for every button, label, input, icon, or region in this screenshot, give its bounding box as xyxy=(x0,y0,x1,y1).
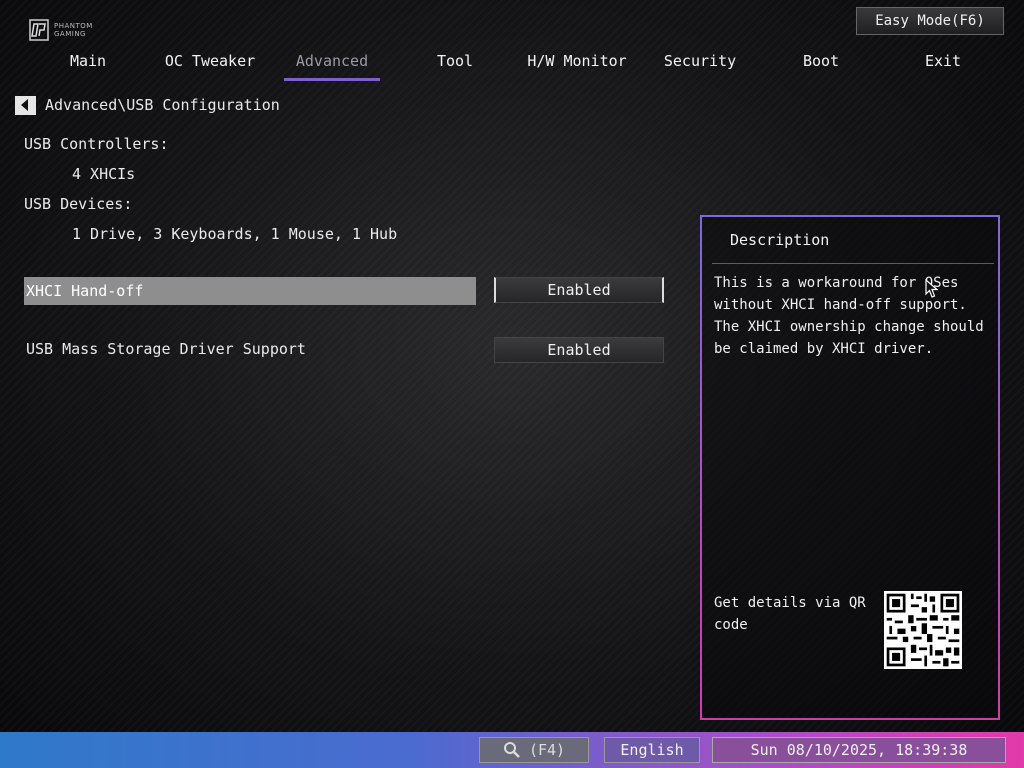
mouse-cursor-icon xyxy=(925,279,939,298)
setting-row-xhci-handoff[interactable]: XHCI Hand-off xyxy=(24,277,476,305)
tab-security[interactable]: Security xyxy=(660,48,740,78)
back-arrow-icon xyxy=(21,99,28,111)
tab-advanced[interactable]: Advanced xyxy=(284,48,380,81)
usb-controllers-label: USB Controllers: xyxy=(24,135,169,153)
tab-oc-tweaker[interactable]: OC Tweaker xyxy=(160,48,260,78)
easy-mode-button[interactable]: Easy Mode(F6) xyxy=(856,7,1004,35)
main-nav: Main OC Tweaker Advanced Tool H/W Monito… xyxy=(28,48,988,82)
logo-text: PHANTOM GAMING xyxy=(54,22,93,38)
xhci-handoff-value-button[interactable]: Enabled xyxy=(494,277,664,303)
tab-boot[interactable]: Boot xyxy=(788,48,854,78)
tab-exit[interactable]: Exit xyxy=(908,48,978,78)
usb-mass-storage-value-button[interactable]: Enabled xyxy=(494,337,664,363)
breadcrumb-path: Advanced\USB Configuration xyxy=(45,96,280,114)
search-icon xyxy=(503,742,520,758)
qr-code xyxy=(884,591,962,669)
search-button[interactable]: (F4) xyxy=(479,737,589,763)
language-button[interactable]: English xyxy=(604,737,700,763)
breadcrumb: Advanced\USB Configuration xyxy=(15,95,280,115)
phantom-gaming-logo: PHANTOM GAMING xyxy=(28,15,108,45)
qr-label: Get details via QR code xyxy=(714,595,866,633)
setting-label-xhci-handoff: XHCI Hand-off xyxy=(26,282,144,300)
datetime-display: Sun 08/10/2025, 18:39:38 xyxy=(712,737,1006,763)
tab-hw-monitor[interactable]: H/W Monitor xyxy=(524,48,630,78)
back-button[interactable] xyxy=(15,95,36,115)
description-title: Description xyxy=(730,231,830,249)
description-text: This is a workaround for OSes without XH… xyxy=(714,275,984,357)
tab-main[interactable]: Main xyxy=(48,48,128,78)
description-divider xyxy=(712,263,994,264)
usb-devices-label: USB Devices: xyxy=(24,195,133,213)
setting-label-usb-mass-storage[interactable]: USB Mass Storage Driver Support xyxy=(26,340,306,358)
usb-devices-value: 1 Drive, 3 Keyboards, 1 Mouse, 1 Hub xyxy=(72,225,398,243)
description-panel: Description This is a workaround for OSe… xyxy=(700,215,1000,720)
phantom-gaming-logo-icon xyxy=(29,19,49,41)
tab-tool[interactable]: Tool xyxy=(420,48,490,78)
usb-controllers-value: 4 XHCIs xyxy=(72,165,136,183)
search-shortcut-label: (F4) xyxy=(528,741,566,759)
